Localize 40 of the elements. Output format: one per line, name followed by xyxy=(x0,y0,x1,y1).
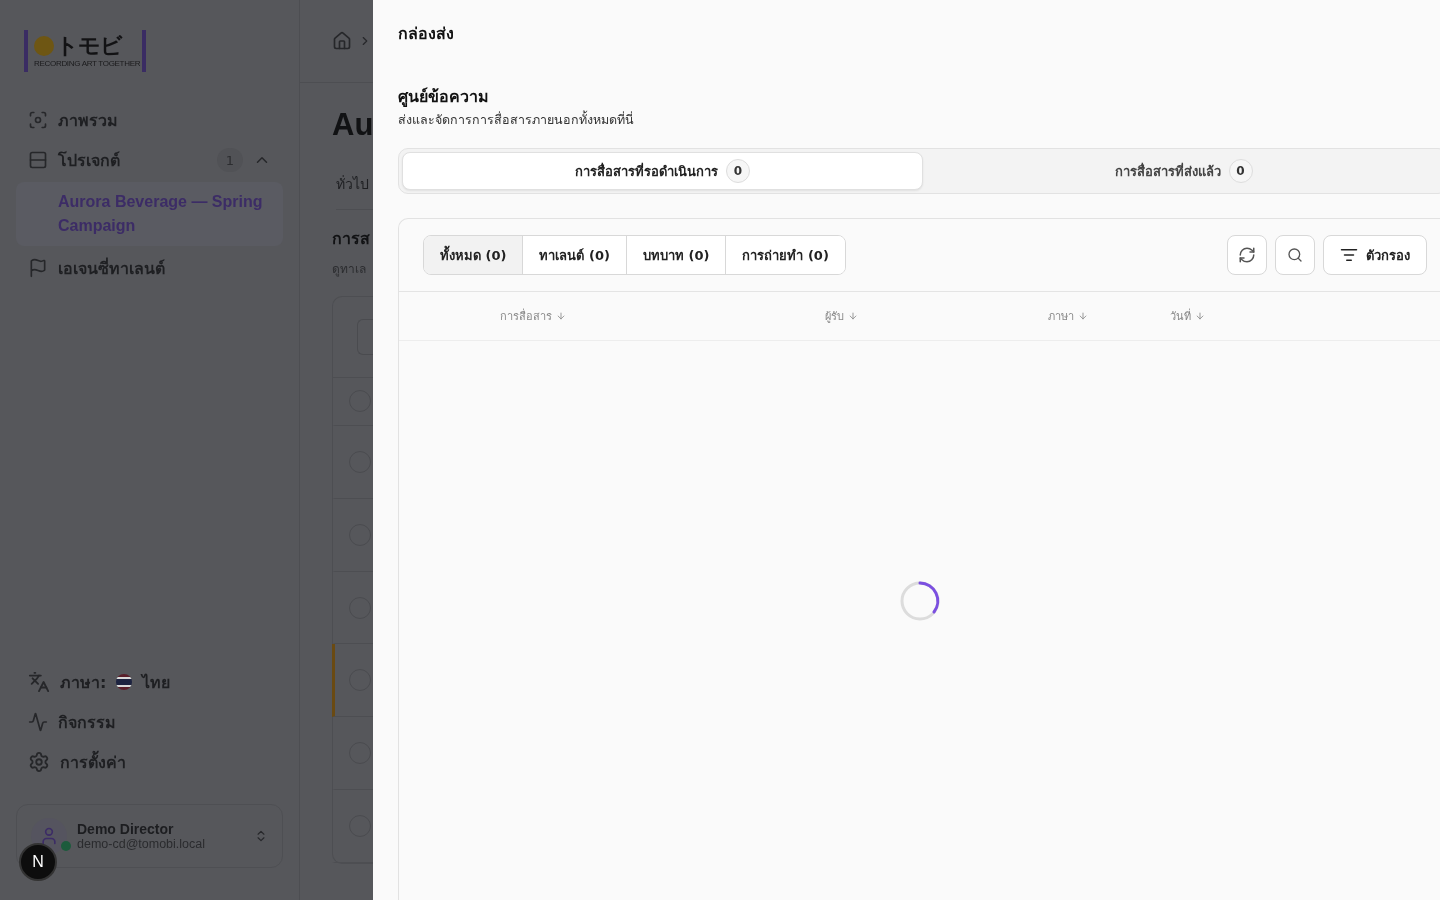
nav-item[interactable]: การตั้งค่า xyxy=(16,744,283,780)
refresh-icon xyxy=(1238,246,1256,264)
section-title: การส xyxy=(332,228,371,250)
sort-arrow-icon xyxy=(848,311,858,321)
rows-icon xyxy=(28,150,48,170)
page-title: Au xyxy=(332,107,373,143)
thai-flag-icon xyxy=(116,674,133,690)
activity-icon xyxy=(28,712,48,732)
sort-arrow-icon xyxy=(1078,311,1088,321)
filter-button[interactable]: ตัวกรอง xyxy=(1323,235,1427,275)
sort-arrow-icon xyxy=(1195,311,1205,321)
sort-arrow-icon xyxy=(556,311,566,321)
section-subtitle: ส่งและจัดการการสื่อสารภายนอกทั้งหมดที่นี่ xyxy=(398,110,635,129)
user-icon xyxy=(39,826,59,846)
column-header[interactable]: วันที่ xyxy=(1170,307,1440,325)
refresh-button[interactable] xyxy=(1227,235,1267,275)
nav-item[interactable]: เอเจนซี่ทาเลนต์ xyxy=(16,250,283,286)
search-button[interactable] xyxy=(1275,235,1315,275)
filter-tab[interactable]: ทั้งหมด (0) xyxy=(424,236,524,274)
filter-icon xyxy=(1340,246,1358,264)
search-icon xyxy=(1287,247,1303,263)
nav-item[interactable]: ภาษา: ไทย xyxy=(16,664,283,700)
nav-item[interactable]: กิจกรรม xyxy=(16,704,283,740)
settings-icon xyxy=(28,751,50,773)
dev-badge[interactable]: N xyxy=(19,843,57,881)
tab[interactable]: การสื่อสารที่รอดำเนินการ 0 xyxy=(402,152,923,190)
column-header[interactable]: ผู้รับ xyxy=(825,307,1048,325)
translate-icon xyxy=(28,671,50,693)
column-header[interactable]: การสื่อสาร xyxy=(500,307,825,325)
section-title: ศูนย์ข้อความ xyxy=(398,86,490,108)
flag-icon xyxy=(28,258,48,278)
count-badge: 0 xyxy=(726,159,750,183)
drawer-title: กล่องส่ง xyxy=(398,23,455,45)
user-name: Demo Director xyxy=(77,821,175,837)
scan-icon xyxy=(28,110,48,130)
count-badge: 0 xyxy=(1228,159,1253,183)
nav-item[interactable]: ภาพรวม xyxy=(16,102,283,138)
tab[interactable]: การสื่อสารที่ส่งแล้ว 0 xyxy=(923,152,1440,190)
column-header[interactable]: ภาษา xyxy=(1048,307,1170,325)
home-icon[interactable] xyxy=(332,31,352,51)
